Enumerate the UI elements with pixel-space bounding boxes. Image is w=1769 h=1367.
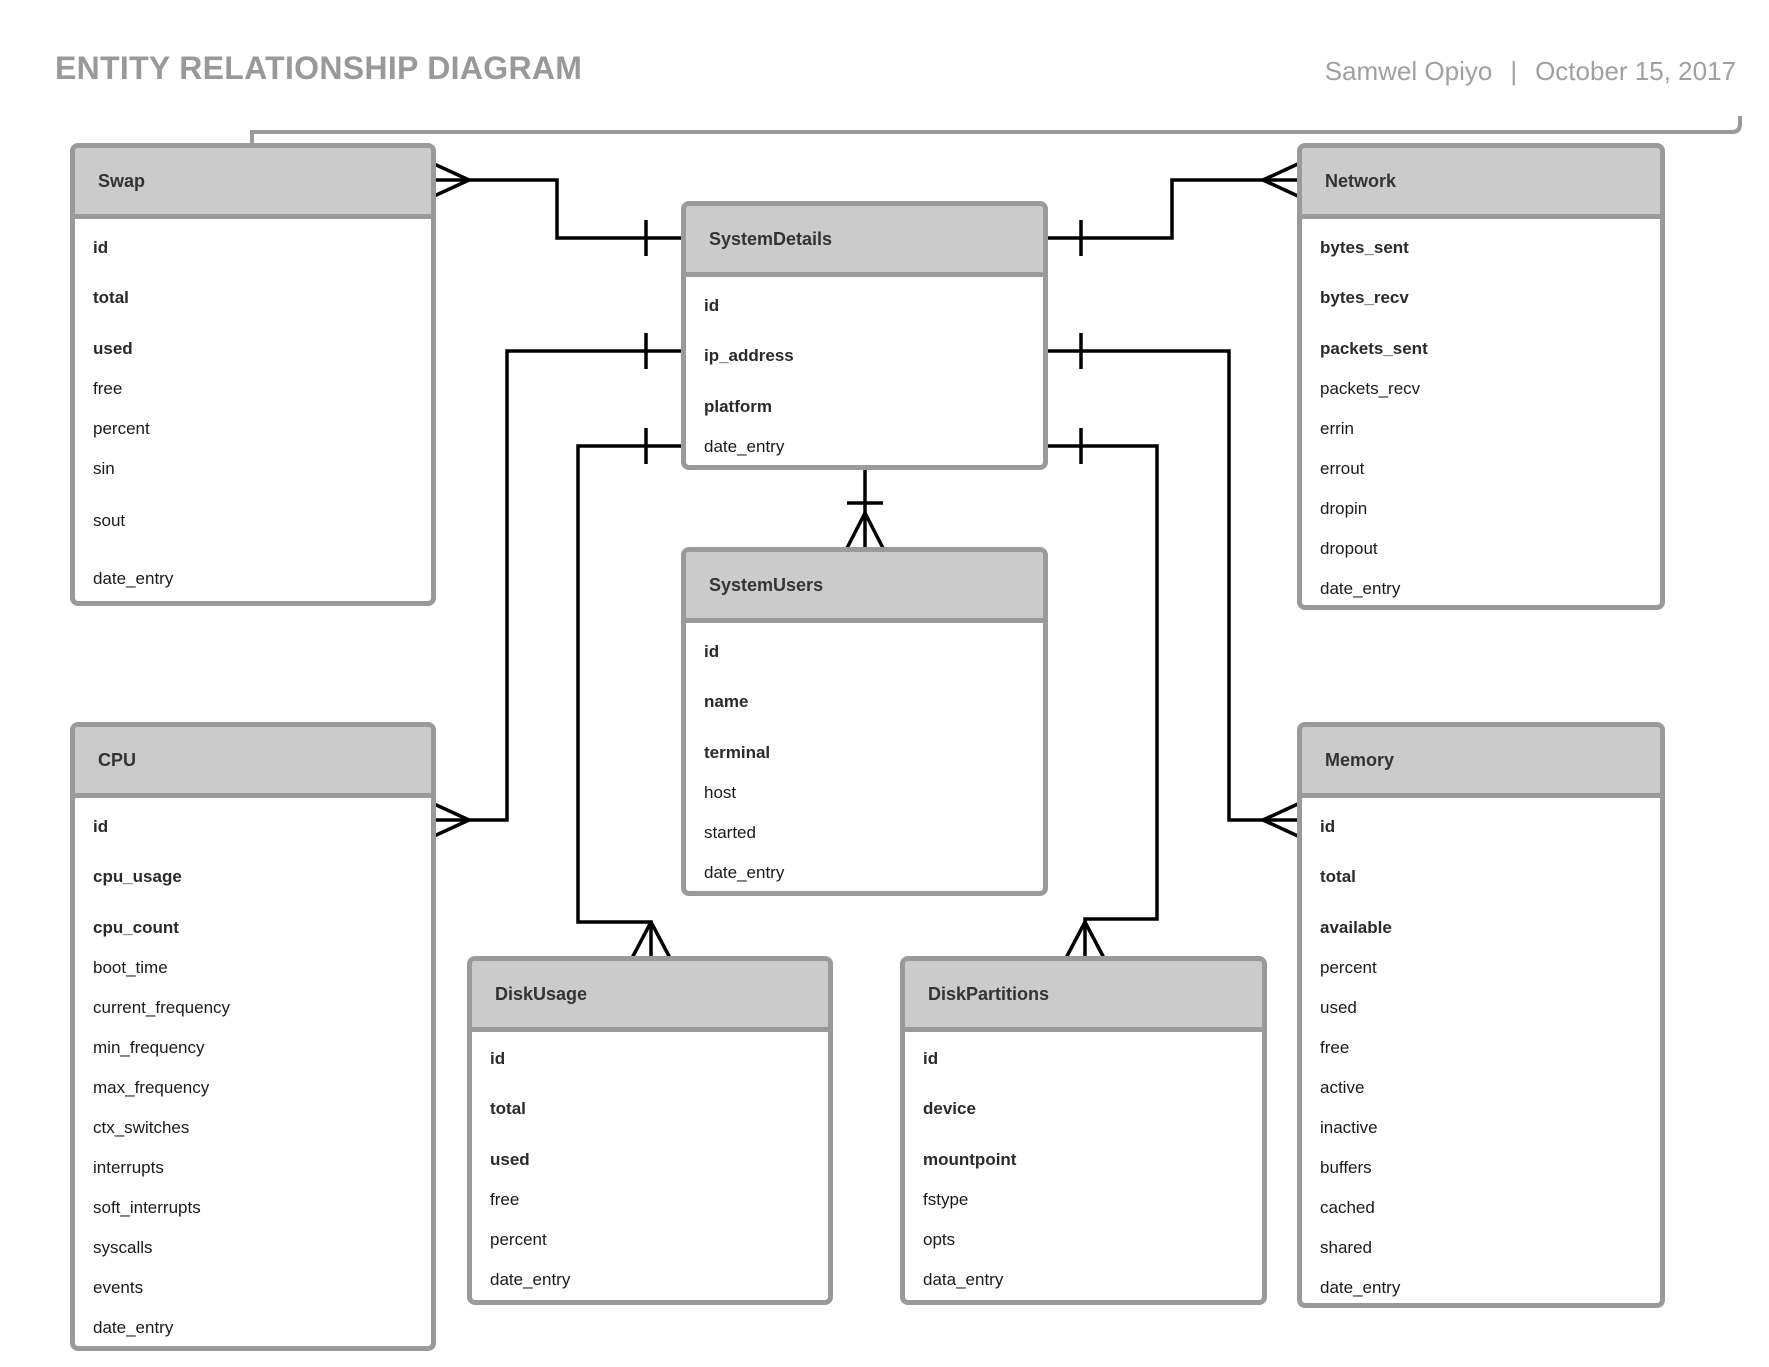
entity-header: Memory: [1302, 727, 1660, 798]
field-bytes-sent: bytes_sent: [1320, 238, 1409, 257]
field-sin: sin: [93, 459, 115, 478]
field-used: used: [93, 339, 133, 358]
field-total: total: [1320, 867, 1356, 886]
field-id: id: [93, 817, 109, 836]
field-id: id: [923, 1049, 939, 1068]
entity-cpu[interactable]: CPU id cpu_usage cpu_count boot_timecurrent…: [70, 722, 436, 1351]
field-id: id: [1320, 817, 1336, 836]
field-id: id: [704, 642, 720, 661]
field-errin: errin: [1320, 419, 1355, 438]
link-network: [1045, 178, 1300, 240]
entity-network[interactable]: Network bytes_sent bytes_recv packets_sent…: [1297, 143, 1665, 610]
field-sout: sout: [93, 511, 126, 530]
field-date-entry: date_entry: [1320, 1278, 1401, 1297]
field-ctx-switches: ctx_switches: [93, 1118, 190, 1137]
field-fstype: fstype: [923, 1190, 969, 1209]
field-max-frequency: max_frequency: [93, 1078, 210, 1097]
link-diskpartitions: [1045, 444, 1159, 958]
entity-header: Network: [1302, 148, 1660, 219]
header-rule: [250, 116, 1742, 143]
field-total: total: [490, 1099, 526, 1118]
field-cached: cached: [1320, 1198, 1375, 1217]
entity-header: Swap: [75, 148, 431, 219]
entity-header: DiskPartitions: [905, 961, 1262, 1032]
field-platform: platform: [704, 397, 772, 416]
field-total: total: [93, 288, 129, 307]
entity-system-users[interactable]: SystemUsers id name terminal host started dat…: [681, 547, 1048, 896]
field-terminal: terminal: [704, 743, 771, 762]
field-syscalls: syscalls: [93, 1238, 153, 1257]
field-available: available: [1320, 918, 1392, 937]
field-id: id: [93, 238, 109, 257]
entity-disk-usage[interactable]: DiskUsage id total used free percent date_ent…: [467, 956, 833, 1305]
field-date-entry: date_entry: [490, 1270, 571, 1289]
field-errout: errout: [1320, 459, 1365, 478]
field-dropin: dropin: [1320, 499, 1368, 518]
entity-swap[interactable]: Swap id total used free percent sin sout date_e…: [70, 143, 436, 606]
entity-header: CPU: [75, 727, 431, 798]
field-packets-recv: packets_recv: [1320, 379, 1421, 398]
field-host: host: [704, 783, 737, 802]
field-free: free: [1320, 1038, 1350, 1057]
field-data-entry: data_entry: [923, 1270, 1004, 1289]
field-ip-address: ip_address: [704, 346, 794, 365]
field-active: active: [1320, 1078, 1365, 1097]
field-cpu-usage: cpu_usage: [93, 867, 182, 886]
field-cpu-count: cpu_count: [93, 918, 179, 937]
entity-disk-partitions[interactable]: DiskPartitions id device mountpoint fstype o…: [900, 956, 1267, 1305]
field-started: started: [704, 823, 756, 842]
entity-header: SystemDetails: [686, 206, 1043, 277]
field-boot-time: boot_time: [93, 958, 168, 977]
field-inactive: inactive: [1320, 1118, 1378, 1137]
field-used: used: [1320, 998, 1357, 1017]
field-date-entry: date_entry: [704, 863, 785, 882]
field-min-frequency: min_frequency: [93, 1038, 205, 1057]
field-packets-sent: packets_sent: [1320, 339, 1428, 358]
entity-memory[interactable]: Memory id total available percent used free ac…: [1297, 722, 1665, 1308]
field-name: name: [704, 692, 749, 711]
field-date-entry: date_entry: [1320, 579, 1401, 598]
field-mountpoint: mountpoint: [923, 1150, 1017, 1169]
field-buffers: buffers: [1320, 1158, 1372, 1177]
link-diskusage: [576, 444, 684, 958]
field-date-entry: date_entry: [704, 437, 785, 456]
entity-header: DiskUsage: [472, 961, 828, 1032]
field-device: device: [923, 1099, 976, 1118]
field-percent: percent: [93, 419, 150, 438]
field-dropout: dropout: [1320, 539, 1378, 558]
field-interrupts: interrupts: [93, 1158, 164, 1177]
field-bytes-recv: bytes_recv: [1320, 288, 1409, 307]
field-date-entry: date_entry: [93, 569, 174, 588]
field-free: free: [490, 1190, 520, 1209]
link-memory: [1045, 349, 1300, 822]
field-opts: opts: [923, 1230, 956, 1249]
field-used: used: [490, 1150, 530, 1169]
link-cpu: [432, 349, 684, 822]
field-shared: shared: [1320, 1238, 1372, 1257]
field-id: id: [490, 1049, 506, 1068]
field-free: free: [93, 379, 123, 398]
entity-system-details[interactable]: SystemDetails id ip_address platform date_e…: [681, 201, 1048, 470]
entity-header: SystemUsers: [686, 552, 1043, 623]
field-events: events: [93, 1278, 144, 1297]
field-soft-interrupts: soft_interrupts: [93, 1198, 201, 1217]
field-percent: percent: [490, 1230, 547, 1249]
field-date-entry: date_entry: [93, 1318, 174, 1337]
field-id: id: [704, 296, 720, 315]
field-percent: percent: [1320, 958, 1377, 977]
field-current-frequency: current_frequency: [93, 998, 231, 1017]
